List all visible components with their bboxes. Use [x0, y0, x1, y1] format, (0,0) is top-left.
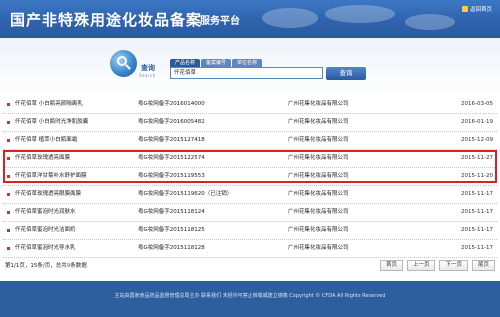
footer: 主站由国家食品药品监督管理总局主办 联系我们 未经许可禁止转载或建立镜像 Cop…: [0, 281, 500, 317]
company-name: 广州花集化妆品有限公司: [288, 137, 349, 143]
site-subtitle: 服务平台: [200, 16, 240, 27]
record-date: 2015-11-17: [461, 227, 493, 233]
tab-product-name[interactable]: 产品名称: [170, 59, 201, 67]
home-icon: [461, 6, 468, 12]
record-number: 粤G妆网备字2015119553: [138, 173, 205, 179]
company-name: 广州花集化妆品有限公司: [288, 155, 349, 161]
company-name: 广州花集化妆品有限公司: [288, 245, 349, 251]
bullet-icon: [7, 211, 10, 214]
search-input[interactable]: 仟花佰草: [170, 67, 323, 79]
record-date: 2015-12-09: [461, 137, 493, 143]
table-row[interactable]: 仟花佰草蜜泡时光导水乳 粤G妆网备字2015118128 广州花集化妆品有限公司…: [3, 240, 497, 258]
record-date: 2015-11-27: [461, 155, 493, 161]
record-date: 2016-01-19: [461, 119, 493, 125]
footer-text: 主站由国家食品药品监督管理总局主办 联系我们 未经许可禁止转载或建立镜像 Cop…: [114, 293, 386, 299]
record-number: 粤G妆网备字2015118128: [138, 245, 205, 251]
pagination-info: 第1/1页，15条/页，总共9条数据: [5, 260, 87, 272]
bullet-icon: [7, 193, 10, 196]
table-row[interactable]: 仟花佰草 植萃小白瓶面霜 粤G妆网备字2015127418 广州花集化妆品有限公…: [3, 132, 497, 150]
company-name: 广州花集化妆品有限公司: [288, 191, 349, 197]
first-page-button[interactable]: 首页: [379, 260, 403, 271]
bullet-icon: [7, 175, 10, 178]
search-button[interactable]: 查询: [326, 67, 366, 80]
record-date: 2015-11-20: [461, 173, 493, 179]
tab-company-name[interactable]: 单位名称: [232, 59, 263, 67]
product-name-link[interactable]: 仟花佰草 小白瓶亮颜隔离乳: [15, 96, 83, 113]
bullet-icon: [7, 139, 10, 142]
pagination: 第1/1页，15条/页，总共9条数据 首页 上一页 下一页 尾页: [5, 260, 495, 272]
record-number: 粤G妆网备字2015118125: [138, 227, 205, 233]
prev-page-button[interactable]: 上一页: [406, 260, 436, 271]
home-link-label: 返回首页: [469, 7, 492, 13]
table-row[interactable]: 仟花佰草玫瑰透亮眼膜面膜 粤G妆网备字2015119620（已注销） 广州花集化…: [3, 186, 497, 204]
site-title: 国产非特殊用途化妆品备案: [10, 11, 203, 29]
world-map-graphic: [262, 5, 455, 30]
company-name: 广州花集化妆品有限公司: [288, 227, 349, 233]
record-date: 2015-11-17: [461, 209, 493, 215]
product-name-link[interactable]: 仟花佰草 小白瓶时光净肌胶囊: [15, 114, 88, 131]
search-tabs: 产品名称 备案编号 单位名称: [170, 59, 263, 67]
company-name: 广州花集化妆品有限公司: [288, 209, 349, 215]
product-name-link[interactable]: 仟花佰草洋甘菊补水舒护面膜: [15, 168, 87, 185]
product-name-link[interactable]: 仟花佰草玫瑰透亮眼膜面膜: [15, 186, 81, 203]
next-page-button[interactable]: 下一页: [439, 260, 468, 271]
record-number: 粤G妆网备字2015122574: [138, 155, 205, 161]
header-banner: 国产非特殊用途化妆品备案 服务平台 返回首页: [0, 0, 500, 38]
record-number: 粤G妆网备字2015118124: [138, 209, 205, 215]
product-name-link[interactable]: 仟花佰草蜜泡时光洁面奶: [15, 222, 76, 239]
company-name: 广州花集化妆品有限公司: [288, 173, 349, 179]
record-date: 2016-03-05: [461, 101, 493, 107]
table-row[interactable]: 仟花佰草蜜泡时光润肤水 粤G妆网备字2015118124 广州花集化妆品有限公司…: [3, 204, 497, 222]
table-row[interactable]: 仟花佰草蜜泡时光洁面奶 粤G妆网备字2015118125 广州花集化妆品有限公司…: [3, 222, 497, 240]
search-label-en: Search: [139, 73, 156, 78]
last-page-button[interactable]: 尾页: [471, 260, 495, 271]
bullet-icon: [7, 247, 10, 250]
record-number: 粤G妆网备字2015127418: [138, 137, 205, 143]
search-area: 查询 Search 产品名称 备案编号 单位名称 仟花佰草 查询: [0, 38, 500, 96]
table-row[interactable]: 仟花佰草 小白瓶亮颜隔离乳 粤G妆网备字2016014000 广州花集化妆品有限…: [3, 96, 497, 114]
table-row[interactable]: 仟花佰草 小白瓶时光净肌胶囊 粤G妆网备字2016005482 广州花集化妆品有…: [3, 114, 497, 132]
record-number: 粤G妆网备字2015119620（已注销）: [138, 191, 233, 197]
bullet-icon: [7, 157, 10, 160]
product-name-link[interactable]: 仟花佰草玫瑰透亮面膜: [15, 150, 70, 167]
bullet-icon: [7, 229, 10, 232]
bullet-icon: [7, 103, 10, 106]
record-number: 粤G妆网备字2016005482: [138, 119, 205, 125]
record-date: 2015-11-17: [461, 191, 493, 197]
record-date: 2015-11-17: [461, 245, 493, 251]
product-name-link[interactable]: 仟花佰草 植萃小白瓶面霜: [15, 132, 77, 149]
product-name-link[interactable]: 仟花佰草蜜泡时光润肤水: [15, 204, 76, 221]
company-name: 广州花集化妆品有限公司: [288, 119, 349, 125]
pagination-info-suffix: 条数据: [70, 263, 87, 269]
table-row[interactable]: 仟花佰草洋甘菊补水舒护面膜 粤G妆网备字2015119553 广州花集化妆品有限…: [3, 168, 497, 186]
tab-record-number[interactable]: 备案编号: [201, 59, 232, 67]
company-name: 广州花集化妆品有限公司: [288, 101, 349, 107]
pagination-buttons: 首页 上一页 下一页 尾页: [379, 260, 495, 271]
product-name-link[interactable]: 仟花佰草蜜泡时光导水乳: [15, 240, 76, 257]
table-row[interactable]: 仟花佰草玫瑰透亮面膜 粤G妆网备字2015122574 广州花集化妆品有限公司 …: [3, 150, 497, 168]
record-number: 粤G妆网备字2016014000: [138, 101, 205, 107]
bullet-icon: [7, 121, 10, 124]
search-label: 查询: [141, 64, 155, 72]
home-link[interactable]: 返回首页: [461, 5, 492, 13]
search-globe-icon: [110, 50, 137, 77]
pagination-info-prefix: 第1/1页，15条/页，总共: [5, 263, 67, 269]
results-table: 仟花佰草 小白瓶亮颜隔离乳 粤G妆网备字2016014000 广州花集化妆品有限…: [3, 96, 497, 258]
